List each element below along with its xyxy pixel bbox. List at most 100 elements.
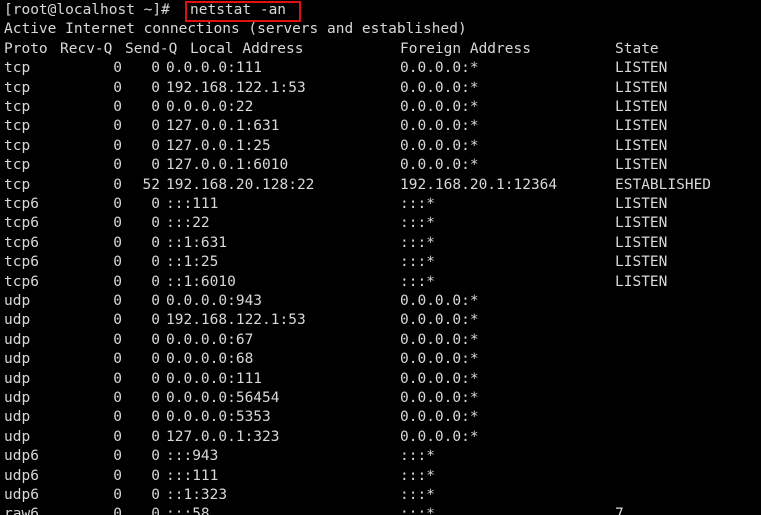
table-header-row: Proto Recv-Q Send-Q Local Address Foreig…: [0, 40, 761, 59]
cell-local-address: ::1:323: [166, 487, 228, 503]
table-row: tcp 0 0 127.0.0.1:631 0.0.0.0:* LISTEN: [0, 117, 761, 136]
cell-recvq: 0: [113, 409, 122, 426]
cell-state: LISTEN: [615, 157, 668, 174]
cell-sendq: 0: [151, 137, 160, 154]
cell-recvq: 0: [113, 234, 122, 251]
cell-sendq: 0: [151, 390, 160, 406]
cell-proto: tcp: [4, 157, 31, 174]
cell-proto: tcp: [4, 176, 31, 193]
cell-state: LISTEN: [615, 196, 668, 212]
cell-proto: udp: [4, 312, 31, 329]
cell-recvq: 0: [113, 506, 122, 515]
cell-state: ESTABLISHED: [615, 176, 712, 193]
cell-local-address: 127.0.0.1:25: [166, 137, 271, 154]
cell-recvq: 0: [113, 118, 122, 135]
cell-local-address: 127.0.0.1:631: [166, 118, 280, 135]
table-row: tcp 0 0 0.0.0.0:22 0.0.0.0:* LISTEN: [0, 98, 761, 117]
cell-foreign-address: 0.0.0.0:*: [400, 428, 479, 445]
cell-state: LISTEN: [615, 137, 668, 154]
cell-state: LISTEN: [615, 254, 668, 271]
cell-foreign-address: 0.0.0.0:*: [400, 370, 479, 387]
cell-local-address: 0.0.0.0:68: [166, 351, 254, 368]
cell-foreign-address: :::*: [400, 254, 435, 271]
cell-proto: tcp6: [4, 196, 39, 212]
cell-local-address: :::58: [166, 506, 210, 515]
cell-sendq: 0: [151, 215, 160, 232]
table-row: tcp 0 0 0.0.0.0:111 0.0.0.0:* LISTEN: [0, 59, 761, 78]
netstat-banner-line: Active Internet connections (servers and…: [0, 20, 761, 39]
entered-command[interactable]: netstat -an: [190, 1, 286, 20]
cell-recvq: 0: [113, 196, 122, 212]
column-header-recvq: Recv-Q: [60, 40, 113, 57]
cell-foreign-address: :::*: [400, 506, 435, 515]
cell-sendq: 0: [151, 196, 160, 212]
cell-recvq: 0: [113, 467, 122, 484]
table-row: tcp 0 0 127.0.0.1:25 0.0.0.0:* LISTEN: [0, 137, 761, 156]
table-row: udp 0 0 0.0.0.0:67 0.0.0.0:*: [0, 331, 761, 350]
cell-sendq: 0: [151, 331, 160, 348]
cell-sendq: 0: [151, 428, 160, 445]
cell-sendq: 0: [151, 467, 160, 484]
cell-recvq: 0: [113, 428, 122, 445]
cell-local-address: 0.0.0.0:111: [166, 370, 263, 387]
cell-local-address: 127.0.0.1:6010: [166, 157, 289, 174]
table-row: tcp 0 52 192.168.20.128:22 192.168.20.1:1236…: [0, 176, 761, 195]
table-row: udp6 0 0:::111:::*: [0, 467, 761, 486]
cell-recvq: 0: [113, 215, 122, 232]
cell-state: LISTEN: [615, 273, 668, 290]
cell-foreign-address: 0.0.0.0:*: [400, 293, 479, 309]
cell-local-address: ::1:6010: [166, 273, 236, 290]
terminal-window[interactable]: [root@localhost ~]# netstat -an Active I…: [0, 0, 761, 515]
cell-sendq: 0: [151, 351, 160, 368]
cell-local-address: :::111: [166, 196, 219, 212]
cell-recvq: 0: [113, 390, 122, 406]
table-row: udp 0 0 127.0.0.1:323 0.0.0.0:*: [0, 428, 761, 447]
cell-sendq: 0: [151, 99, 160, 115]
cell-proto: udp6: [4, 467, 39, 484]
cell-sendq: 0: [151, 234, 160, 251]
cell-foreign-address: :::*: [400, 215, 435, 232]
cell-state: LISTEN: [615, 118, 668, 135]
cell-recvq: 0: [113, 312, 122, 329]
cell-local-address: 127.0.0.1:323: [166, 428, 280, 445]
cell-state: LISTEN: [615, 60, 668, 77]
cell-recvq: 0: [113, 60, 122, 77]
cell-state: 7: [615, 506, 624, 515]
cell-foreign-address: 192.168.20.1:12364: [400, 176, 558, 193]
cell-foreign-address: :::*: [400, 487, 435, 503]
cell-proto: tcp: [4, 79, 31, 96]
cell-foreign-address: :::*: [400, 196, 435, 212]
cell-local-address: :::22: [166, 215, 210, 232]
cell-recvq: 0: [113, 293, 122, 309]
table-row: udp 0 0 192.168.122.1:53 0.0.0.0:*: [0, 311, 761, 330]
cell-local-address: 192.168.122.1:53: [166, 312, 306, 329]
table-row: udp 0 0 0.0.0.0:943 0.0.0.0:*: [0, 292, 761, 311]
cell-foreign-address: 0.0.0.0:*: [400, 118, 479, 135]
cell-proto: tcp: [4, 118, 31, 135]
cell-recvq: 0: [113, 157, 122, 174]
cell-proto: tcp: [4, 137, 31, 154]
cell-recvq: 0: [113, 370, 122, 387]
cell-proto: udp: [4, 293, 31, 309]
table-row: tcp6 0 0::1:6010:::* LISTEN: [0, 273, 761, 292]
table-row: udp6 0 0:::943:::*: [0, 447, 761, 466]
cell-local-address: 192.168.20.128:22: [166, 176, 315, 193]
cell-foreign-address: 0.0.0.0:*: [400, 409, 479, 426]
table-row: tcp6 0 0:::22:::* LISTEN: [0, 214, 761, 233]
cell-local-address: 192.168.122.1:53: [166, 79, 306, 96]
table-row: tcp6 0 0::1:631:::* LISTEN: [0, 234, 761, 253]
cell-foreign-address: 0.0.0.0:*: [400, 157, 479, 174]
cell-sendq: 0: [151, 487, 160, 503]
cell-recvq: 0: [113, 254, 122, 271]
cell-state: LISTEN: [615, 215, 668, 232]
table-row: raw6 0 0:::58:::* 7: [0, 505, 761, 515]
cell-recvq: 0: [113, 331, 122, 348]
cell-foreign-address: 0.0.0.0:*: [400, 79, 479, 96]
cell-proto: udp: [4, 331, 31, 348]
cell-state: LISTEN: [615, 234, 668, 251]
cell-proto: udp: [4, 428, 31, 445]
cell-sendq: 0: [151, 157, 160, 174]
cell-recvq: 0: [113, 79, 122, 96]
command-prompt-line: [root@localhost ~]# netstat -an: [0, 1, 761, 20]
table-row: udp 0 0 0.0.0.0:56454 0.0.0.0:*: [0, 389, 761, 408]
